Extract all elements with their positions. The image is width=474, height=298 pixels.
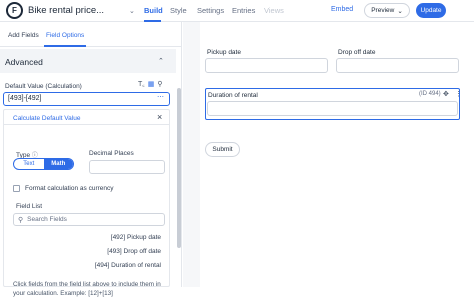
- close-icon[interactable]: ×: [157, 112, 162, 122]
- default-value-input[interactable]: [493]-[492]: [3, 92, 170, 106]
- search-icon: ⚲: [18, 216, 24, 224]
- tab-views: Views: [264, 6, 284, 15]
- tab-entries[interactable]: Entries: [232, 6, 255, 15]
- drop-off-date-field[interactable]: [336, 58, 459, 73]
- search-fields-input[interactable]: ⚲ Search Fields: [13, 213, 165, 226]
- default-value-label: Default Value (Calculation): [5, 83, 82, 90]
- panel-header: Calculate Default Value ×: [4, 110, 169, 125]
- duration-field[interactable]: [207, 101, 458, 116]
- advanced-section-header[interactable]: Advanced ⌃: [0, 49, 176, 73]
- update-button[interactable]: Update: [416, 3, 446, 18]
- type-option-text[interactable]: Text: [14, 159, 44, 169]
- update-label: Update: [420, 7, 442, 14]
- tab-build[interactable]: Build: [144, 6, 163, 15]
- preview-button[interactable]: Preview ⌄: [364, 3, 410, 18]
- search-placeholder: Search Fields: [27, 216, 67, 223]
- drop-off-date-label: Drop off date: [338, 49, 376, 56]
- tab-field-options[interactable]: Field Options: [46, 32, 84, 39]
- decimal-places-input[interactable]: [89, 160, 165, 174]
- top-bar: F Bike rental price... ⌄ Build Style Set…: [0, 0, 474, 22]
- type-toggle[interactable]: Text Math: [13, 158, 74, 170]
- pickup-date-field[interactable]: [205, 58, 328, 73]
- sidebar-tabs: Add Fields Field Options: [0, 22, 182, 47]
- field-list-item[interactable]: [493] Drop off date: [107, 248, 161, 255]
- sidebar-scrollbar[interactable]: [177, 88, 181, 248]
- embed-button[interactable]: Embed: [331, 6, 353, 13]
- submit-button[interactable]: Submit: [205, 142, 240, 157]
- field-list-item[interactable]: [494] Duration of rental: [95, 262, 161, 269]
- chevron-up-icon: ⌃: [158, 58, 164, 65]
- formidable-logo-icon[interactable]: F: [6, 2, 23, 19]
- currency-checkbox[interactable]: [13, 185, 20, 192]
- pickup-date-label: Pickup date: [207, 49, 241, 56]
- chevron-down-icon[interactable]: ⌄: [129, 7, 135, 15]
- field-list-help-text: Click fields from the field list above t…: [13, 281, 161, 297]
- preview-label: Preview: [371, 7, 395, 14]
- more-options-icon[interactable]: ⋯: [157, 93, 164, 101]
- form-title[interactable]: Bike rental price...: [28, 5, 104, 16]
- submit-label: Submit: [212, 146, 233, 153]
- field-id-badge: (ID 494): [419, 91, 441, 97]
- decimal-places-label: Decimal Places: [89, 150, 134, 157]
- calculator-icon[interactable]: ▦: [148, 80, 155, 89]
- tab-settings[interactable]: Settings: [197, 6, 224, 15]
- more-vertical-icon[interactable]: ⋮: [455, 90, 462, 98]
- tab-style[interactable]: Style: [170, 6, 187, 15]
- default-value-tools: T꜀ ▦ ⚲: [138, 80, 162, 89]
- calculate-default-value-panel: Calculate Default Value × Type ⓘ Text Ma…: [3, 109, 170, 297]
- duration-label: Duration of rental: [208, 92, 258, 99]
- field-list-label: Field List: [16, 203, 43, 210]
- chevron-down-icon: ⌄: [397, 7, 403, 15]
- currency-label: Format calculation as currency: [25, 185, 114, 192]
- search-icon[interactable]: ⚲: [157, 80, 162, 89]
- move-icon[interactable]: ✥: [443, 90, 449, 98]
- section-title: Advanced: [5, 57, 43, 67]
- tab-add-fields[interactable]: Add Fields: [8, 32, 39, 39]
- text-format-icon[interactable]: T꜀: [138, 80, 145, 89]
- type-option-math[interactable]: Math: [43, 159, 73, 169]
- panel-title: Calculate Default Value: [13, 115, 81, 122]
- field-options-sidebar: Add Fields Field Options Advanced ⌃ Defa…: [0, 22, 182, 297]
- active-tab-indicator: [44, 45, 86, 47]
- field-list-item[interactable]: [492] Pickup date: [111, 234, 161, 241]
- currency-option[interactable]: Format calculation as currency: [13, 185, 114, 192]
